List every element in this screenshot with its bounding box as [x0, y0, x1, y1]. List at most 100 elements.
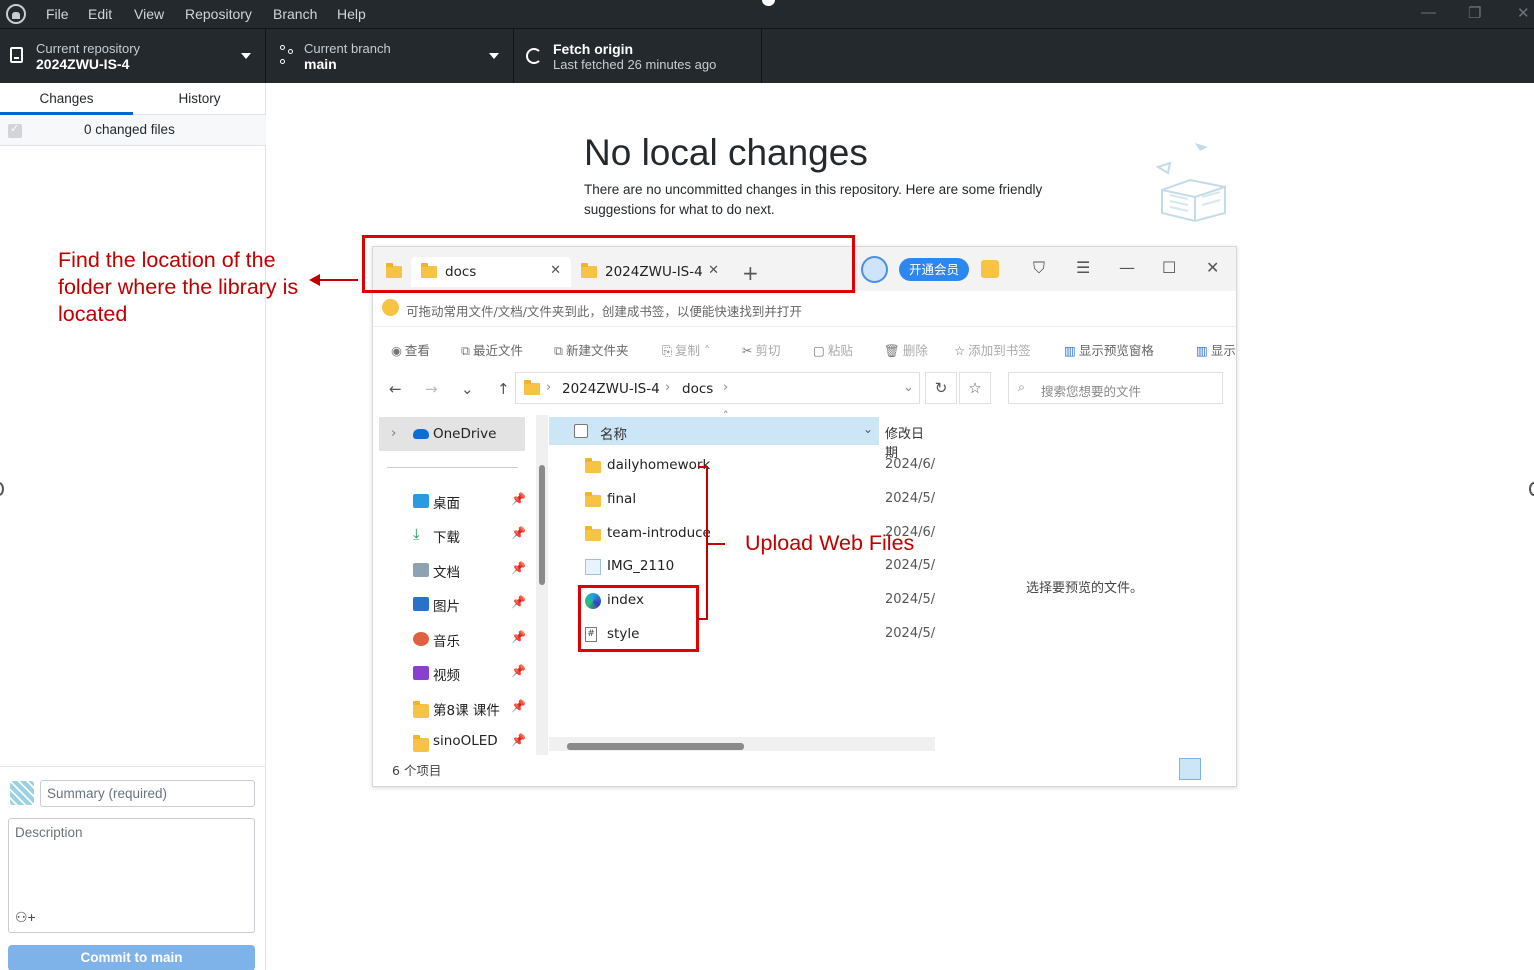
nav-label: OneDrive [433, 426, 497, 442]
menu-edit[interactable]: Edit [88, 6, 112, 22]
paste-button[interactable]: ▢ 粘贴 [813, 340, 853, 359]
tiles-view-icon[interactable] [1205, 758, 1227, 780]
add-bookmark-button[interactable]: ☆ 添加到书签 [954, 340, 1031, 359]
sort-up-icon: ˄ [723, 409, 729, 422]
history-dropdown-icon[interactable]: ⌄ [461, 380, 474, 398]
menu-branch[interactable]: Branch [273, 6, 317, 22]
column-header-date[interactable]: 修改日期 [885, 423, 935, 461]
chevron-right-icon[interactable]: › [391, 425, 396, 441]
sync-icon [526, 48, 542, 64]
file-row[interactable]: dailyhomework 2024/6/ [585, 455, 935, 477]
details-view-icon[interactable] [1179, 758, 1201, 780]
arrow-left-icon [309, 274, 320, 286]
copy-button[interactable]: ⎘ 复制 ˄ [662, 340, 710, 359]
desktop-icon [413, 494, 429, 508]
pin-icon: 📌 [511, 561, 526, 575]
nav-item-documents[interactable]: 文档 📌 [413, 560, 526, 582]
menu-help[interactable]: Help [337, 6, 366, 22]
up-icon[interactable]: ↑ [497, 380, 510, 398]
document-icon [413, 563, 429, 577]
fetch-title: Fetch origin [553, 41, 634, 57]
changes-header: 0 changed files [0, 115, 266, 146]
tab-history[interactable]: History [133, 83, 266, 115]
menu-file[interactable]: File [46, 6, 69, 22]
restore-icon[interactable]: ❐ [1468, 4, 1481, 22]
add-coauthor-icon[interactable]: ⚇+ [15, 909, 36, 926]
address-bar[interactable]: › 2024ZWU-IS-4 › docs › ⌄ [515, 372, 920, 404]
file-row[interactable]: IMG_2110 2024/5/ [585, 556, 935, 578]
show-button[interactable]: ▥ 显示 [1196, 340, 1236, 359]
current-repository-button[interactable]: Current repository 2024ZWU-IS-4 [0, 29, 266, 83]
menu-repository[interactable]: Repository [185, 6, 252, 22]
breadcrumb-repo[interactable]: 2024ZWU-IS-4 [562, 381, 660, 397]
column-header-name[interactable]: ˄ 名称 ⌄ [549, 409, 879, 445]
fetch-origin-button[interactable]: Fetch origin Last fetched 26 minutes ago [514, 29, 762, 83]
gift-icon[interactable] [981, 260, 999, 278]
menu-icon[interactable]: ☰ [1076, 258, 1090, 277]
chevron-down-icon[interactable]: ⌄ [903, 380, 914, 395]
description-input[interactable]: Description ⚇+ [8, 818, 255, 933]
chevron-down-icon[interactable]: ⌄ [863, 422, 873, 436]
maximize-icon[interactable]: ☐ [1162, 258, 1176, 277]
nav-item-sinooled[interactable]: sinoOLED 📌 [413, 732, 526, 754]
highlight-folder-tabs [362, 235, 855, 293]
pin-icon: 📌 [511, 733, 526, 747]
forward-icon[interactable]: → [425, 380, 438, 398]
breadcrumb-docs[interactable]: docs [682, 381, 713, 397]
tab-changes[interactable]: Changes [0, 83, 133, 115]
preview-pane-icon: ▥ [1064, 343, 1076, 358]
nav-item-pictures[interactable]: 图片 📌 [413, 594, 526, 616]
nav-item-lesson8[interactable]: 第8课 课件 📌 [413, 698, 526, 720]
highlight-web-files [578, 585, 699, 652]
new-folder-button[interactable]: ⧉ 新建文件夹 [554, 340, 628, 359]
annotation-bracket-tick [708, 543, 725, 545]
camera-notch [762, 0, 775, 6]
minimize-icon[interactable]: — [1421, 4, 1436, 21]
shirt-icon[interactable]: ⛉ [1033, 258, 1045, 278]
menu-view[interactable]: View [134, 6, 164, 22]
toolbar: Current repository 2024ZWU-IS-4 Current … [0, 28, 1534, 83]
branch-icon [280, 45, 294, 65]
chevron-down-icon [241, 53, 251, 59]
pin-icon: 📌 [511, 699, 526, 713]
search-input[interactable]: ⌕ 搜索您想要的文件 [1008, 372, 1223, 404]
edge-handle-right [1529, 482, 1534, 496]
summary-input[interactable]: Summary (required) [40, 780, 255, 807]
nav-item-onedrive[interactable]: › OneDrive [379, 417, 525, 451]
close-icon[interactable]: ✕ [1206, 258, 1219, 277]
nav-item-music[interactable]: 音乐 📌 [413, 629, 526, 651]
annotation-upload-web-files: Upload Web Files [745, 531, 915, 555]
fetch-subtitle: Last fetched 26 minutes ago [553, 57, 717, 72]
picture-icon [413, 597, 429, 611]
repo-caption: Current repository [36, 41, 141, 56]
file-explorer-window: docs ✕ 2024ZWU-IS-4 ✕ + 开通会员 ⛉ ☰ — ☐ ✕ 可… [372, 246, 1237, 787]
minimize-icon[interactable]: — [1119, 258, 1135, 277]
recent-files-button[interactable]: ⧉ 最近文件 [461, 340, 523, 359]
cut-button[interactable]: ✂ 剪切 [742, 340, 781, 359]
back-icon[interactable]: ← [389, 380, 402, 398]
avatar[interactable] [861, 256, 888, 283]
folder-icon [585, 492, 601, 507]
search-icon: ⌕ [1018, 379, 1026, 394]
select-all-checkbox[interactable] [8, 122, 22, 138]
select-all-checkbox[interactable] [574, 424, 588, 438]
nav-item-videos[interactable]: 视频 📌 [413, 663, 526, 685]
refresh-icon[interactable]: ↻ [925, 372, 957, 404]
commit-button[interactable]: Commit to main [8, 945, 255, 970]
current-branch-button[interactable]: Current branch main [266, 29, 514, 83]
vip-button[interactable]: 开通会员 [899, 258, 969, 281]
view-button[interactable]: ◉ 查看 [391, 340, 430, 359]
nav-item-desktop[interactable]: 桌面 📌 [413, 491, 526, 513]
bookmark-star-icon[interactable]: ☆ [959, 372, 991, 404]
preview-placeholder: 选择要预览的文件。 [1026, 581, 1144, 596]
preview-pane-button[interactable]: ▥ 显示预览窗格 [1064, 340, 1154, 359]
delete-button[interactable]: 🗑 删除 [884, 340, 928, 359]
nav-scrollbar[interactable] [539, 465, 545, 585]
file-list-scrollbar[interactable] [567, 743, 744, 750]
description-placeholder: Description [15, 825, 83, 840]
nav-item-downloads[interactable]: ⤓ 下载 📌 [413, 525, 526, 547]
trash-icon: 🗑 [884, 343, 900, 358]
close-icon[interactable]: ✕ [1517, 4, 1530, 22]
video-icon [413, 666, 429, 680]
file-row[interactable]: final 2024/5/ [585, 489, 935, 511]
